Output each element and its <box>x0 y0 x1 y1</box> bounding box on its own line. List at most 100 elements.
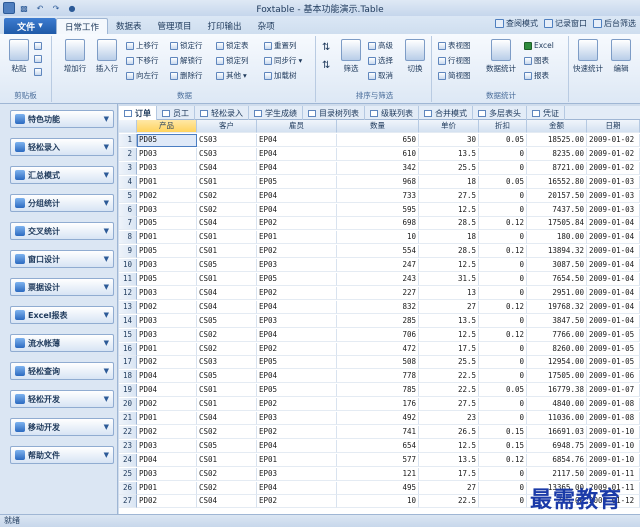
table-row[interactable]: 9 PD05 CS01 EP02 554 28.5 0.12 13894.32 2009-01-… <box>119 245 640 259</box>
table-cell[interactable]: CS03 <box>197 356 257 370</box>
table-row[interactable]: 8 PD01 CS01 EP01 10 18 0 180.00 2009-01-04 <box>119 231 640 245</box>
sheet-tab[interactable]: 订单 <box>119 106 157 120</box>
table-row[interactable]: 16 PD01 CS02 EP02 472 17.5 0 8260.00 2009-01-05 <box>119 342 640 356</box>
edit-button[interactable]: 编辑 <box>606 38 636 82</box>
table-cell[interactable]: 495 <box>337 481 419 495</box>
table-cell[interactable]: 18 <box>419 231 479 245</box>
table-row[interactable]: 23 PD03 CS05 EP04 654 12.5 0.15 6948.75 2009-01-… <box>119 439 640 453</box>
table-cell[interactable]: 25.5 <box>419 356 479 370</box>
table-cell[interactable]: 2009-01-03 <box>587 175 640 189</box>
table-cell[interactable]: 698 <box>337 217 419 231</box>
table-cell[interactable]: PD02 <box>137 425 197 439</box>
table-cell[interactable]: PD05 <box>137 134 197 147</box>
insert-row-button[interactable]: 插入行 <box>92 38 122 82</box>
table-cell[interactable]: 13.5 <box>419 314 479 328</box>
row-number[interactable]: 6 <box>119 203 137 217</box>
table-cell[interactable]: 7766.00 <box>527 328 587 342</box>
table-cell[interactable]: 0.12 <box>479 328 527 342</box>
sidebar-item-mobile-dev[interactable]: 移动开发 ▼ <box>10 418 114 436</box>
table-cell[interactable]: 2009-01-10 <box>587 425 640 439</box>
table-cell[interactable]: 0 <box>479 398 527 412</box>
table-cell[interactable]: 0 <box>479 356 527 370</box>
table-cell[interactable]: 0.05 <box>479 175 527 189</box>
lock-table-button[interactable]: 锁定表 <box>216 40 249 51</box>
table-row[interactable]: 2 PD03 CS03 EP04 610 13.5 0 8235.00 2009-01-02 <box>119 147 640 161</box>
table-cell[interactable]: EP05 <box>257 356 337 370</box>
sidebar-item-ledger[interactable]: 流水帐薄 ▼ <box>10 334 114 352</box>
table-cell[interactable]: PD02 <box>137 495 197 509</box>
table-cell[interactable]: EP03 <box>257 467 337 481</box>
table-cell[interactable]: EP01 <box>257 453 337 467</box>
table-cell[interactable]: CS05 <box>197 439 257 453</box>
select-button[interactable]: 选择 <box>368 55 393 66</box>
table-cell[interactable]: 3847.50 <box>527 314 587 328</box>
table-cell[interactable]: CS01 <box>197 273 257 286</box>
table-cell[interactable]: PD02 <box>137 356 197 370</box>
table-cell[interactable]: CS04 <box>197 300 257 314</box>
table-cell[interactable]: 8721.00 <box>527 161 587 175</box>
table-cell[interactable]: 12.5 <box>419 328 479 342</box>
table-cell[interactable]: CS02 <box>197 342 257 356</box>
table-row[interactable]: 24 PD04 CS01 EP01 577 13.5 0.12 6854.76 2009-01-… <box>119 453 640 467</box>
table-row[interactable]: 5 PD02 CS02 EP04 733 27.5 0 20157.50 2009-01-03 <box>119 189 640 203</box>
undo-icon[interactable]: ↶ <box>33 2 47 14</box>
table-row[interactable]: 15 PD03 CS02 EP04 706 12.5 0.12 7766.00 2009-01-… <box>119 328 640 342</box>
table-cell[interactable]: 7654.50 <box>527 273 587 286</box>
table-cell[interactable]: CS01 <box>197 453 257 467</box>
tab-manage-project[interactable]: 管理项目 <box>150 18 200 34</box>
table-cell[interactable]: CS04 <box>197 495 257 509</box>
table-cell[interactable]: 12.5 <box>419 259 479 273</box>
table-cell[interactable]: CS04 <box>197 161 257 175</box>
table-cell[interactable]: 2951.00 <box>527 286 587 300</box>
table-cell[interactable]: 2009-01-02 <box>587 147 640 161</box>
table-cell[interactable]: 6948.75 <box>527 439 587 453</box>
table-cell[interactable]: 30 <box>419 134 479 147</box>
table-cell[interactable]: 27 <box>419 481 479 495</box>
table-cell[interactable]: 12.5 <box>419 439 479 453</box>
table-cell[interactable]: 8260.00 <box>527 342 587 356</box>
chart-button[interactable]: 图表 <box>524 55 549 66</box>
table-cell[interactable]: CS02 <box>197 481 257 495</box>
table-cell[interactable]: 2009-01-10 <box>587 439 640 453</box>
column-header[interactable]: 雇员 <box>257 120 337 133</box>
table-cell[interactable]: 17.5 <box>419 342 479 356</box>
paste-button[interactable]: 粘贴 <box>6 38 32 82</box>
column-header[interactable]: 产品 <box>137 120 197 133</box>
table-cell[interactable]: 0.15 <box>479 439 527 453</box>
redo-icon[interactable]: ↷ <box>49 2 63 14</box>
table-cell[interactable]: EP05 <box>257 384 337 398</box>
sidebar-item-easy-query[interactable]: 轻松查询 ▼ <box>10 362 114 380</box>
table-cell[interactable]: PD03 <box>137 147 197 161</box>
table-cell[interactable]: EP01 <box>257 231 337 245</box>
move-down-button[interactable]: 下移行 <box>126 55 159 66</box>
record-window-button[interactable]: 记录窗口 <box>544 18 587 29</box>
format-painter-button[interactable] <box>34 66 42 77</box>
table-view-button[interactable]: 表视图 <box>438 40 471 51</box>
table-cell[interactable]: 0 <box>479 147 527 161</box>
table-cell[interactable]: 19768.32 <box>527 300 587 314</box>
table-cell[interactable]: 23 <box>419 412 479 425</box>
sheet-tab[interactable]: 级联列表 <box>365 106 419 120</box>
table-cell[interactable]: 2009-01-06 <box>587 370 640 384</box>
table-cell[interactable]: 13.5 <box>419 147 479 161</box>
browse-mode-button[interactable]: 查阅模式 <box>495 18 538 29</box>
table-cell[interactable]: PD01 <box>137 175 197 189</box>
table-row[interactable]: 12 PD03 CS04 EP02 227 13 0 2951.00 2009-01-04 <box>119 286 640 300</box>
table-cell[interactable]: 18525.00 <box>527 134 587 147</box>
cancel-filter-button[interactable]: 取消 <box>368 70 393 81</box>
table-cell[interactable]: 0 <box>479 495 527 509</box>
sidebar-item-easy-dev[interactable]: 轻松开发 ▼ <box>10 390 114 408</box>
table-cell[interactable]: CS02 <box>197 425 257 439</box>
sidebar-item-easy-entry[interactable]: 轻松录入 ▼ <box>10 138 114 156</box>
table-cell[interactable]: 785 <box>337 384 419 398</box>
table-cell[interactable]: 2009-01-11 <box>587 467 640 481</box>
table-cell[interactable]: 0 <box>479 231 527 245</box>
table-cell[interactable]: 2009-01-04 <box>587 273 640 286</box>
sheet-tab[interactable]: 目录树列表 <box>303 106 365 120</box>
excel-button[interactable]: Excel <box>524 40 554 51</box>
table-cell[interactable]: 0.12 <box>479 217 527 231</box>
table-cell[interactable]: 554 <box>337 245 419 259</box>
table-cell[interactable]: 342 <box>337 161 419 175</box>
sync-row-button[interactable]: 同步行 ▾ <box>264 55 302 66</box>
tab-data-table[interactable]: 数据表 <box>108 18 150 34</box>
